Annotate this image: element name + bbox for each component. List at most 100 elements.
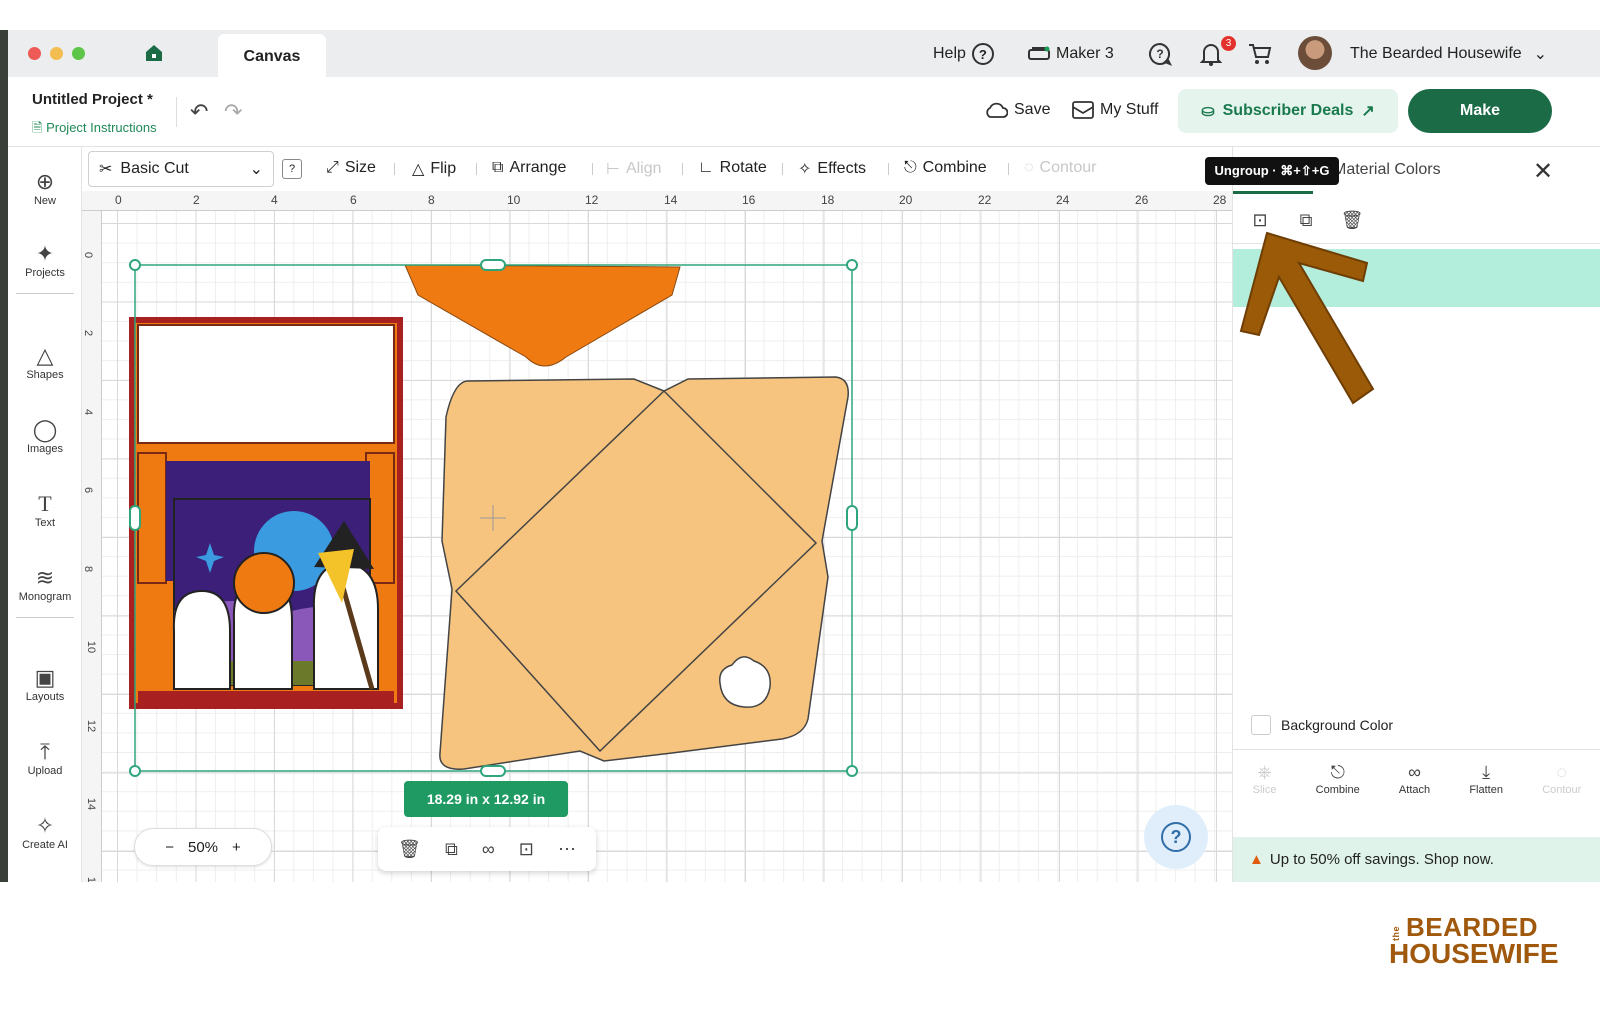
sidebar-item-layouts[interactable]: ▣ Layouts [8, 665, 82, 703]
more-options-icon[interactable]: ⋯ [558, 839, 576, 860]
contour-label: Contour [1542, 783, 1582, 796]
envelope-template-shape[interactable] [439, 376, 849, 770]
resize-handle[interactable] [480, 765, 506, 777]
sidebar-item-label: Upload [27, 765, 63, 777]
close-icon[interactable]: ✕ [1533, 157, 1553, 186]
machine-selector[interactable]: Maker 3 [1028, 42, 1114, 66]
tab-canvas[interactable]: Canvas [218, 34, 326, 77]
zoom-control: − 50% + [134, 828, 272, 866]
minimize-window-button[interactable] [50, 47, 63, 60]
flatten-icon: ⤓ [1482, 761, 1491, 782]
background-color-row[interactable]: Background Color [1251, 715, 1393, 735]
combine-button[interactable]: ⎋ Combine [1316, 762, 1360, 796]
ungroup-icon[interactable]: ⊡ [519, 839, 534, 860]
arrow-annotation-icon [1239, 231, 1375, 405]
app-window: Canvas Help ? Maker 3 ? 3 The Bearded Ho… [8, 30, 1600, 882]
resize-handle[interactable] [846, 259, 858, 271]
subscriber-deals-button[interactable]: ⛀ Subscriber Deals ↗ [1178, 89, 1398, 133]
text-icon: T [38, 491, 52, 516]
operation-select[interactable]: ✂ Basic Cut ⌄ [88, 151, 274, 187]
help-fab-button[interactable]: ? [1144, 805, 1208, 869]
canvas-artwork [129, 259, 858, 777]
contour-button[interactable]: ◌ Contour [1542, 762, 1581, 796]
sidebar-item-monogram[interactable]: ≋ Monogram [8, 565, 82, 603]
attach-icon[interactable]: ∞ [482, 839, 495, 860]
project-instructions-link[interactable]: 🗎 Project Instructions [32, 119, 157, 141]
zoom-out-button[interactable]: − [165, 839, 174, 856]
orange-flap-shape[interactable] [404, 264, 681, 367]
contour-tool[interactable]: ◌ Contour [1024, 159, 1096, 177]
sidebar-item-text[interactable]: T Text [8, 491, 82, 529]
operation-help-button[interactable]: ? [282, 159, 302, 179]
zoom-in-button[interactable]: + [232, 839, 241, 856]
flip-tool[interactable]: △ Flip [412, 159, 456, 179]
sidebar-item-upload[interactable]: ⤒ Upload [8, 739, 82, 777]
resize-handle[interactable] [129, 765, 141, 777]
halloween-card-image[interactable] [129, 317, 403, 709]
sidebar-item-new[interactable]: ⊕ New [8, 169, 82, 207]
flatten-button[interactable]: ⤓ Flatten [1469, 762, 1503, 796]
design-canvas[interactable]: 0 2 4 6 8 10 12 14 16 18 20 22 24 26 28 … [82, 191, 1232, 882]
project-title[interactable]: Untitled Project * [32, 91, 153, 108]
home-icon[interactable] [144, 43, 164, 63]
window-edge [0, 30, 8, 882]
arrange-tool[interactable]: ⧉ Arrange [492, 159, 566, 177]
question-circle-icon: ? [1161, 822, 1191, 852]
combine-tool[interactable]: ⎋ Combine [904, 159, 987, 177]
sidebar-item-projects[interactable]: ✦ Projects [8, 241, 82, 279]
effects-tool[interactable]: ✧ Effects [798, 159, 866, 179]
align-label: Align [625, 160, 662, 177]
undo-icon[interactable]: ↶ [190, 99, 208, 125]
slice-button[interactable]: ⎈ Slice [1253, 762, 1277, 796]
redo-icon[interactable]: ↷ [224, 99, 242, 125]
flip-label: Flip [430, 160, 457, 177]
operation-label: Basic Cut [120, 160, 189, 177]
slice-label: Slice [1252, 783, 1277, 796]
rotate-tool[interactable]: ∟ Rotate [698, 159, 767, 177]
support-button[interactable]: ? [1148, 42, 1172, 66]
notifications-button[interactable] [1200, 42, 1222, 66]
size-tool[interactable]: ⤢ Size [326, 159, 376, 177]
my-stuff-button[interactable]: My Stuff [1072, 101, 1158, 119]
combine-label: Combine [1315, 783, 1360, 796]
resize-handle[interactable] [846, 765, 858, 777]
promo-banner[interactable]: ▲ Up to 50% off savings. Shop now. [1233, 837, 1600, 882]
shapes-icon: △ [36, 343, 54, 368]
resize-handle[interactable] [846, 505, 858, 531]
attach-button[interactable]: ∞ Attach [1399, 762, 1430, 796]
sidebar-item-label: Create AI [22, 839, 68, 851]
upload-icon: ⤒ [40, 739, 50, 764]
attach-icon: ∞ [1408, 761, 1421, 782]
machine-label: Maker 3 [1056, 45, 1114, 62]
cart-button[interactable] [1248, 42, 1272, 66]
make-button[interactable]: Make [1408, 89, 1552, 133]
sidebar-item-create-ai[interactable]: ✧ Create AI [8, 813, 82, 851]
sidebar-item-images[interactable]: ◯ Images [8, 417, 82, 455]
project-header: Untitled Project * 🗎 Project Instruction… [8, 77, 1600, 147]
resize-handle[interactable] [129, 505, 141, 531]
background-color-checkbox[interactable] [1251, 715, 1271, 735]
support-chat-icon: ? [1149, 42, 1172, 66]
duplicate-icon[interactable]: ⧉ [445, 839, 458, 860]
trash-icon[interactable]: 🗑 [398, 839, 421, 860]
magic-wand-icon: ✧ [798, 161, 812, 178]
resize-handle[interactable] [480, 259, 506, 271]
tab-material-colors[interactable]: Material Colors [1333, 161, 1441, 179]
sidebar-item-shapes[interactable]: △ Shapes [8, 343, 82, 381]
resize-handle[interactable] [129, 259, 141, 271]
align-tool[interactable]: ⊢ Align [606, 159, 662, 179]
sidebar-item-label: Monogram [18, 591, 72, 603]
close-window-button[interactable] [28, 47, 41, 60]
maximize-window-button[interactable] [72, 47, 85, 60]
rotate-icon: ∟ [698, 159, 714, 176]
size-label: Size [344, 159, 376, 176]
promo-text: Up to 50% off savings. Shop now. [1269, 851, 1494, 868]
help-menu[interactable]: Help ? [933, 42, 994, 66]
save-button[interactable]: Save [984, 101, 1050, 119]
zoom-level: 50% [187, 838, 219, 856]
avatar[interactable] [1298, 36, 1332, 70]
user-menu[interactable]: The Bearded Housewife ⌄ [1350, 42, 1547, 66]
project-instructions-label: Project Instructions [46, 120, 157, 135]
lightbulb-icon: ◯ [32, 417, 58, 442]
external-link-icon: ↗ [1361, 103, 1375, 120]
